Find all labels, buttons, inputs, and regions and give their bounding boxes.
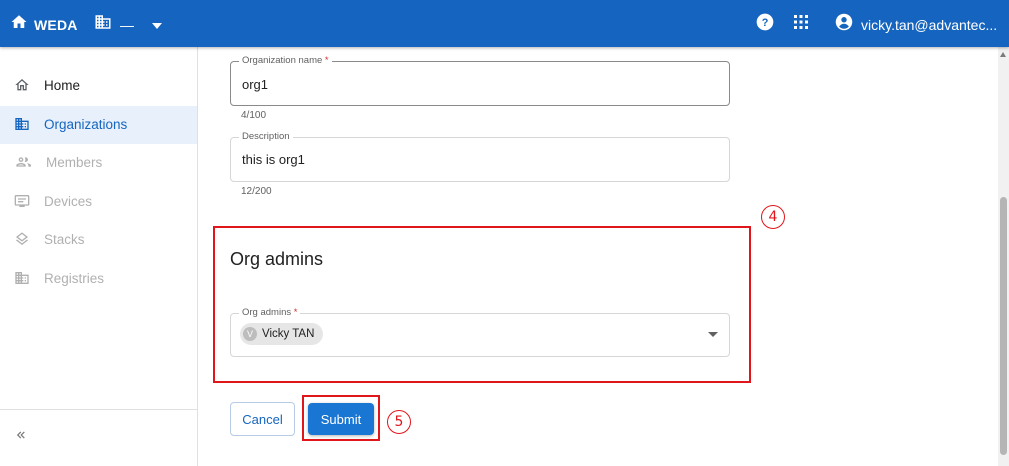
- sidebar-item-label: Registries: [44, 271, 105, 287]
- description-field[interactable]: Description this is org1: [230, 131, 730, 182]
- sidebar-item-organizations[interactable]: Organizations: [0, 106, 197, 144]
- layers-icon: [14, 231, 30, 250]
- home-outline-icon: [14, 77, 30, 96]
- building-icon: [14, 116, 30, 135]
- org-name-value: org1: [242, 77, 269, 92]
- sidebar-item-devices[interactable]: Devices: [0, 183, 197, 221]
- org-selected-value: —: [120, 16, 134, 33]
- svg-text:?: ?: [762, 17, 769, 29]
- double-chevron-left-icon[interactable]: [14, 428, 28, 447]
- monitor-icon: [14, 193, 30, 212]
- user-menu[interactable]: vicky.tan@advantec...: [835, 13, 997, 36]
- description-value: this is org1: [242, 152, 305, 167]
- org-name-label: Organization name *: [239, 55, 332, 67]
- sidebar-item-label: Members: [46, 155, 103, 171]
- building-icon: [14, 270, 30, 289]
- top-app-bar: WEDA — ? vicky.tan@advantec...: [0, 0, 1009, 47]
- description-label: Description: [239, 131, 293, 143]
- cancel-button[interactable]: Cancel: [230, 402, 295, 436]
- sidebar-item-label: Home: [44, 78, 81, 94]
- vertical-scrollbar[interactable]: [998, 47, 1009, 466]
- sidebar-item-label: Stacks: [44, 232, 85, 248]
- sidebar-item-label: Devices: [44, 194, 93, 210]
- scroll-up-arrow-icon[interactable]: [1000, 52, 1006, 57]
- building-icon: [94, 13, 112, 36]
- sidebar-item-members[interactable]: Members: [0, 144, 197, 182]
- app-brand: WEDA: [34, 16, 78, 33]
- scrollbar-thumb[interactable]: [1000, 197, 1007, 455]
- sidebar-item-registries[interactable]: Registries: [0, 260, 197, 298]
- org-switcher[interactable]: —: [94, 13, 162, 36]
- annotation-step4-badge: 4: [761, 205, 785, 229]
- annotation-step5-badge: 5: [387, 410, 411, 434]
- sidebar-item-home[interactable]: Home: [0, 67, 197, 105]
- sidebar-item-stacks[interactable]: Stacks: [0, 221, 197, 259]
- people-icon: [14, 154, 32, 173]
- annotation-box-step4: [213, 226, 751, 383]
- sidebar-item-label: Organizations: [44, 117, 128, 133]
- org-name-field[interactable]: Organization name * org1: [230, 55, 730, 106]
- org-name-counter: 4/100: [241, 110, 267, 121]
- account-icon: [835, 13, 853, 36]
- description-counter: 12/200: [241, 186, 272, 197]
- apps-grid-icon[interactable]: [793, 14, 809, 35]
- annotation-box-step5: [302, 395, 380, 441]
- sidebar: Home Organizations Members Devices Stack…: [0, 47, 198, 466]
- sidebar-footer: [0, 409, 197, 466]
- home-link[interactable]: WEDA: [10, 13, 78, 36]
- caret-down-icon: [152, 16, 162, 34]
- user-email: vicky.tan@advantec...: [861, 16, 998, 33]
- help-icon[interactable]: ?: [755, 12, 775, 37]
- home-icon: [10, 13, 28, 36]
